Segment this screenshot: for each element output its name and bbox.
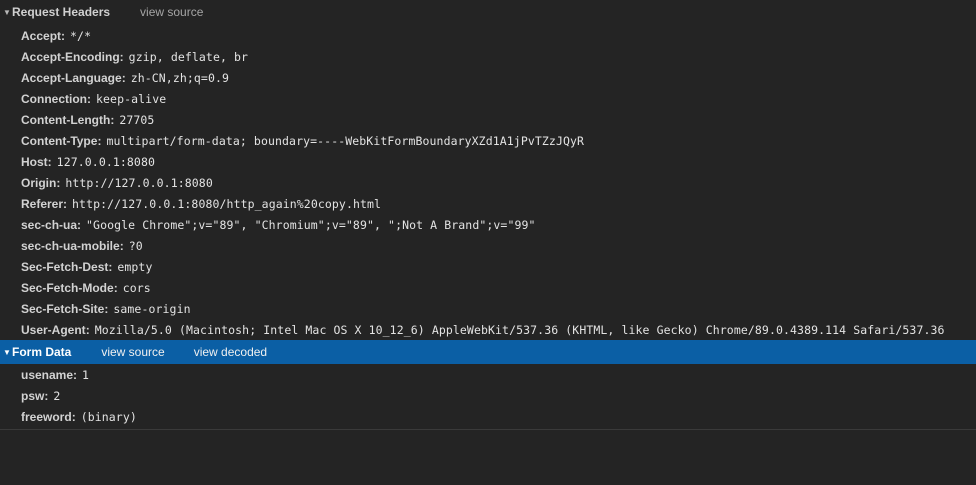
header-row-accept: Accept: */* xyxy=(21,28,92,43)
form-data-title: Form Data xyxy=(12,345,72,359)
form-field-name: psw xyxy=(21,388,45,403)
header-name: Accept xyxy=(21,28,62,43)
form-data-view-source-link[interactable]: view source xyxy=(101,345,164,359)
header-value: zh-CN,zh;q=0.9 xyxy=(130,70,230,85)
header-row-sec-ch-ua-mobile: sec-ch-ua-mobile: ?0 xyxy=(21,238,143,253)
form-row-freeword: freeword: (binary) xyxy=(21,409,137,424)
header-name: Sec-Fetch-Mode xyxy=(21,280,114,295)
request-headers-title: Request Headers xyxy=(12,5,111,19)
triangle-down-icon[interactable]: ▼ xyxy=(2,348,12,357)
header-value: "Google Chrome";v="89", "Chromium";v="89… xyxy=(86,217,536,232)
header-row-referer: Referer: http://127.0.0.1:8080/http_agai… xyxy=(21,196,382,211)
header-value: 27705 xyxy=(119,112,155,127)
request-headers-section-header[interactable]: ▼ Request Headers view source xyxy=(0,0,976,24)
triangle-down-icon[interactable]: ▼ xyxy=(2,8,12,17)
header-name: Host xyxy=(21,154,48,169)
form-field-name: freeword xyxy=(21,409,72,424)
header-value: Mozilla/5.0 (Macintosh; Intel Mac OS X 1… xyxy=(94,322,945,337)
header-row-sec-fetch-site: Sec-Fetch-Site: same-origin xyxy=(21,301,191,316)
header-value: 127.0.0.1:8080 xyxy=(56,154,156,169)
header-name: Content-Type xyxy=(21,133,98,148)
header-name: Connection xyxy=(21,91,87,106)
header-row-sec-fetch-mode: Sec-Fetch-Mode: cors xyxy=(21,280,151,295)
header-row-origin: Origin: http://127.0.0.1:8080 xyxy=(21,175,213,190)
header-value: keep-alive xyxy=(96,91,167,106)
header-name: Sec-Fetch-Dest xyxy=(21,259,109,274)
header-name: Accept-Language xyxy=(21,70,122,85)
form-row-psw: psw: 2 xyxy=(21,388,61,403)
header-name: User-Agent xyxy=(21,322,86,337)
header-name: Sec-Fetch-Site xyxy=(21,301,105,316)
header-name: Content-Length xyxy=(21,112,111,127)
header-name: sec-ch-ua xyxy=(21,217,78,232)
form-row-usename: usename: 1 xyxy=(21,367,90,382)
header-value: http://127.0.0.1:8080/http_again%20copy.… xyxy=(72,196,382,211)
form-data-section-header[interactable]: ▼ Form Data view source view decoded xyxy=(0,340,976,364)
section-divider xyxy=(0,429,976,430)
request-headers-list: Accept: */* Accept-Encoding: gzip, defla… xyxy=(0,24,976,340)
form-field-value: 2 xyxy=(53,388,61,403)
header-row-user-agent: User-Agent: Mozilla/5.0 (Macintosh; Inte… xyxy=(21,322,945,337)
header-row-content-type: Content-Type: multipart/form-data; bound… xyxy=(21,133,585,148)
header-row-host: Host: 127.0.0.1:8080 xyxy=(21,154,156,169)
header-value: empty xyxy=(117,259,153,274)
header-row-sec-ch-ua: sec-ch-ua: "Google Chrome";v="89", "Chro… xyxy=(21,217,536,232)
header-row-sec-fetch-dest: Sec-Fetch-Dest: empty xyxy=(21,259,153,274)
form-field-name: usename xyxy=(21,367,74,382)
header-name: Accept-Encoding xyxy=(21,49,120,64)
header-value: gzip, deflate, br xyxy=(128,49,249,64)
header-value: multipart/form-data; boundary=----WebKit… xyxy=(106,133,585,148)
header-row-accept-encoding: Accept-Encoding: gzip, deflate, br xyxy=(21,49,249,64)
header-value: ?0 xyxy=(128,238,143,253)
header-row-content-length: Content-Length: 27705 xyxy=(21,112,155,127)
header-row-accept-language: Accept-Language: zh-CN,zh;q=0.9 xyxy=(21,70,230,85)
header-row-connection: Connection: keep-alive xyxy=(21,91,167,106)
header-value: cors xyxy=(122,280,151,295)
header-value: http://127.0.0.1:8080 xyxy=(65,175,213,190)
header-name: sec-ch-ua-mobile xyxy=(21,238,120,253)
form-field-value: (binary) xyxy=(80,409,137,424)
devtools-headers-panel: ▼ Request Headers view source Accept: */… xyxy=(0,0,976,485)
form-field-value: 1 xyxy=(82,367,90,382)
request-headers-view-source-link[interactable]: view source xyxy=(140,5,203,19)
form-data-view-decoded-link[interactable]: view decoded xyxy=(194,345,267,359)
form-data-list: usename: 1 psw: 2 freeword: (binary) xyxy=(0,364,976,427)
header-name: Origin xyxy=(21,175,57,190)
header-name: Referer xyxy=(21,196,64,211)
header-value: same-origin xyxy=(113,301,191,316)
header-value: */* xyxy=(70,28,92,43)
